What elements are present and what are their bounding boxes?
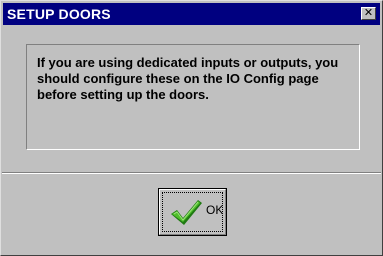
message-text: If you are using dedicated inputs or out… (37, 55, 339, 102)
title-bar[interactable]: SETUP DOORS ✕ (3, 3, 380, 25)
separator-line (2, 172, 381, 174)
green-checkmark-icon (171, 200, 202, 225)
setup-doors-dialog: SETUP DOORS ✕ If you are using dedicated… (0, 0, 383, 256)
close-button[interactable]: ✕ (361, 7, 376, 20)
ok-button[interactable]: OK (158, 188, 227, 236)
close-icon: ✕ (363, 7, 374, 19)
message-panel: If you are using dedicated inputs or out… (26, 44, 360, 150)
ok-button-label: OK (206, 203, 224, 217)
dialog-title: SETUP DOORS (7, 6, 111, 22)
